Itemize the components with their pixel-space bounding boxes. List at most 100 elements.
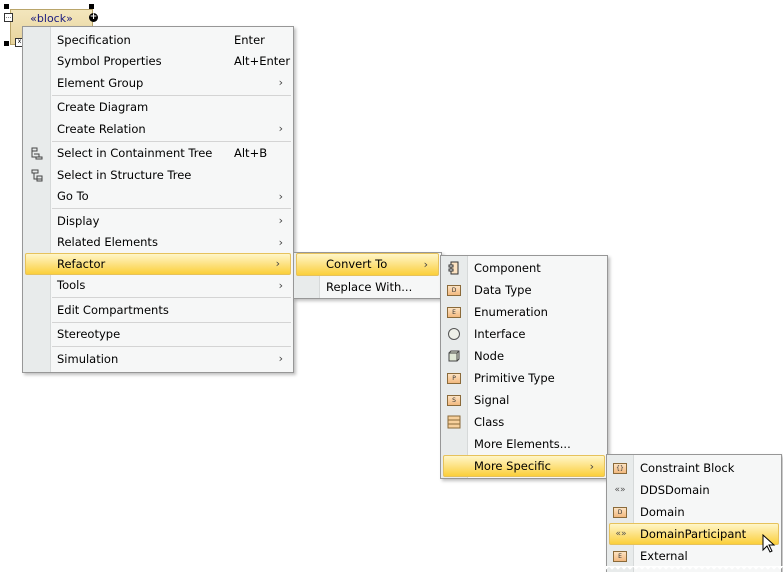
data-type-icon: D bbox=[441, 279, 467, 301]
menu-item-label: Stereotype bbox=[57, 327, 121, 342]
menu-item-label: Interface bbox=[474, 327, 526, 341]
menu-truncation-edge bbox=[606, 566, 783, 572]
icon-glyph: E bbox=[613, 550, 627, 562]
icon-glyph: P bbox=[447, 372, 461, 384]
menu-item-replace-with[interactable]: Replace With... bbox=[294, 276, 441, 299]
signal-icon: S bbox=[441, 389, 467, 411]
submenu-arrow-icon: › bbox=[278, 352, 283, 366]
menu-item-edit-compartments[interactable]: Edit Compartments bbox=[23, 299, 293, 321]
external-icon: E bbox=[607, 545, 633, 567]
menu-item-stereotype[interactable]: Stereotype bbox=[23, 324, 293, 346]
menu-item-label: Signal bbox=[474, 393, 510, 407]
menu-item-label: More Elements... bbox=[474, 437, 571, 451]
more-specific-submenu: {} Constraint Block «» DDSDomain D Domain «» Do… bbox=[606, 454, 782, 572]
icon-glyph: S bbox=[447, 394, 461, 406]
menu-item-simulation[interactable]: Simulation › bbox=[23, 348, 293, 370]
menu-item-create-diagram[interactable]: Create Diagram bbox=[23, 97, 293, 119]
menu-item-label: Primitive Type bbox=[474, 371, 555, 385]
menu-item-display[interactable]: Display › bbox=[23, 210, 293, 232]
add-icon[interactable]: + bbox=[89, 13, 98, 22]
menu-item-label: Enumeration bbox=[474, 305, 548, 319]
resize-handle[interactable] bbox=[4, 4, 9, 9]
menu-item-label: Select in Containment Tree bbox=[57, 146, 213, 161]
menu-item-primitive-type[interactable]: P Primitive Type bbox=[441, 367, 607, 389]
submenu-arrow-icon: › bbox=[589, 459, 594, 473]
menu-item-select-in-structure-tree[interactable]: Select in Structure Tree bbox=[23, 164, 293, 186]
menu-item-label: Create Relation bbox=[57, 121, 146, 136]
submenu-arrow-icon: › bbox=[275, 257, 280, 271]
menu-item-label: External bbox=[640, 549, 688, 563]
menu-item-label: Domain bbox=[640, 505, 685, 519]
menu-item-select-in-containment-tree[interactable]: Select in Containment Tree Alt+B bbox=[23, 143, 293, 165]
menu-item-domain[interactable]: D Domain bbox=[607, 501, 781, 523]
menu-item-tools[interactable]: Tools › bbox=[23, 275, 293, 297]
submenu-arrow-icon: › bbox=[423, 257, 428, 271]
menu-item-label: Go To bbox=[57, 189, 89, 204]
submenu-arrow-icon: › bbox=[278, 122, 283, 136]
menu-item-label: Constraint Block bbox=[640, 461, 735, 475]
menu-item-label: Simulation bbox=[57, 351, 119, 366]
class-icon bbox=[441, 411, 467, 433]
menu-item-interface[interactable]: Interface bbox=[441, 323, 607, 345]
icon-glyph: «» bbox=[615, 529, 627, 539]
resize-handle[interactable] bbox=[89, 4, 94, 9]
primitive-type-icon: P bbox=[441, 367, 467, 389]
menu-item-go-to[interactable]: Go To › bbox=[23, 186, 293, 208]
menu-item-related-elements[interactable]: Related Elements › bbox=[23, 232, 293, 254]
menu-item-class[interactable]: Class bbox=[441, 411, 607, 433]
menu-item-label: DomainParticipant bbox=[640, 527, 747, 541]
menu-item-constraint-block[interactable]: {} Constraint Block bbox=[607, 457, 781, 479]
menu-item-label: Create Diagram bbox=[57, 100, 149, 115]
menu-item-refactor[interactable]: Refactor › bbox=[25, 253, 291, 275]
menu-item-domainparticipant[interactable]: «» DomainParticipant bbox=[609, 523, 779, 545]
resize-handle[interactable] bbox=[4, 41, 9, 46]
menu-item-external[interactable]: E External bbox=[607, 545, 781, 567]
menu-item-label: DDSDomain bbox=[640, 483, 710, 497]
constraint-block-icon: {} bbox=[607, 457, 633, 479]
menu-item-create-relation[interactable]: Create Relation › bbox=[23, 118, 293, 140]
shortcut-label: Alt+Enter bbox=[234, 54, 291, 69]
context-menu: Specification Enter Symbol Properties Alt+E… bbox=[22, 26, 294, 373]
interface-icon bbox=[441, 323, 467, 345]
submenu-arrow-icon: › bbox=[278, 235, 283, 249]
menu-item-ddsdomain[interactable]: «» DDSDomain bbox=[607, 479, 781, 501]
menu-item-node[interactable]: Node bbox=[441, 345, 607, 367]
mouse-cursor-icon bbox=[762, 533, 776, 557]
menu-item-symbol-properties[interactable]: Symbol Properties Alt+Enter bbox=[23, 51, 293, 73]
menu-item-more-elements[interactable]: More Elements... bbox=[441, 433, 607, 455]
menu-item-element-group[interactable]: Element Group › bbox=[23, 72, 293, 94]
menu-item-label: Related Elements bbox=[57, 235, 158, 250]
shortcut-label: Alt+B bbox=[234, 146, 268, 161]
icon-glyph: D bbox=[447, 284, 461, 296]
menu-item-label: Component bbox=[474, 261, 541, 275]
menu-item-convert-to[interactable]: Convert To › bbox=[296, 253, 439, 276]
menu-item-data-type[interactable]: D Data Type bbox=[441, 279, 607, 301]
menu-item-label: Edit Compartments bbox=[57, 302, 169, 317]
menu-item-label: Replace With... bbox=[326, 279, 413, 294]
node-icon bbox=[441, 345, 467, 367]
menu-item-label: Data Type bbox=[474, 283, 532, 297]
submenu-arrow-icon: › bbox=[278, 214, 283, 228]
menu-item-label: Class bbox=[474, 415, 505, 429]
menu-item-label: Specification bbox=[57, 32, 131, 47]
component-icon bbox=[441, 257, 467, 279]
more-options-icon[interactable]: … bbox=[4, 13, 13, 22]
block-stereotype: «block» bbox=[30, 12, 73, 25]
structure-tree-icon bbox=[23, 164, 50, 186]
menu-item-component[interactable]: Component bbox=[441, 257, 607, 279]
domain-icon: D bbox=[607, 501, 633, 523]
menu-item-label: Display bbox=[57, 213, 100, 228]
menu-item-label: More Specific bbox=[474, 459, 551, 473]
menu-item-label: Node bbox=[474, 349, 505, 363]
icon-glyph: «» bbox=[614, 485, 626, 495]
menu-item-label: Convert To bbox=[326, 257, 388, 272]
menu-item-specification[interactable]: Specification Enter bbox=[23, 29, 293, 51]
menu-item-more-specific[interactable]: More Specific › bbox=[443, 455, 605, 477]
menu-item-label: Tools bbox=[57, 278, 86, 293]
menu-item-signal[interactable]: S Signal bbox=[441, 389, 607, 411]
enumeration-icon: E bbox=[441, 301, 467, 323]
menu-item-label: Symbol Properties bbox=[57, 54, 162, 69]
menu-item-enumeration[interactable]: E Enumeration bbox=[441, 301, 607, 323]
menu-item-label: Select in Structure Tree bbox=[57, 167, 192, 182]
submenu-arrow-icon: › bbox=[278, 189, 283, 203]
